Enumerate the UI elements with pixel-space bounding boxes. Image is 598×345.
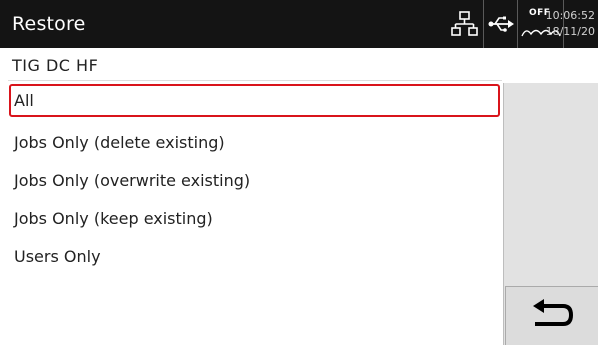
restore-options-list: All Jobs Only (delete existing) Jobs Onl… xyxy=(9,83,502,345)
option-all[interactable]: All xyxy=(9,84,500,117)
option-users-only[interactable]: Users Only xyxy=(9,240,500,273)
clock: 10:06:52 18/11/20 xyxy=(546,0,598,48)
clock-time: 10:06:52 xyxy=(545,9,595,22)
water-cooler-status: OFF xyxy=(517,0,564,48)
clock-date: 18/11/20 xyxy=(545,25,595,38)
network-icon xyxy=(451,11,478,36)
option-jobs-overwrite-existing[interactable]: Jobs Only (overwrite existing) xyxy=(9,164,500,197)
usb-status xyxy=(483,0,518,48)
back-button[interactable] xyxy=(505,286,598,345)
option-jobs-keep-existing[interactable]: Jobs Only (keep existing) xyxy=(9,202,500,235)
network-status xyxy=(447,0,483,48)
divider xyxy=(8,80,502,81)
option-jobs-delete-existing[interactable]: Jobs Only (delete existing) xyxy=(9,126,500,159)
usb-icon xyxy=(488,16,514,32)
title-bar: Restore OFF 10:06:52 18/11/20 xyxy=(0,0,598,48)
process-label: TIG DC HF xyxy=(12,56,99,75)
screen-title: Restore xyxy=(12,13,86,35)
return-arrow-icon xyxy=(533,299,574,326)
